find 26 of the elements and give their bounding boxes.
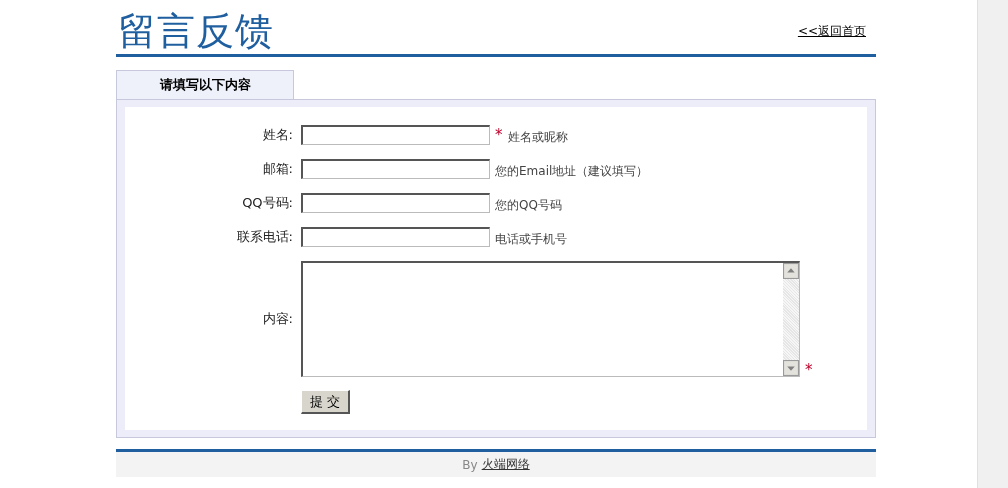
field-label: 内容: (261, 309, 294, 328)
input-field[interactable] (301, 192, 490, 213)
back-home-link[interactable]: <<返回首页 (797, 23, 866, 40)
input-field[interactable] (301, 226, 490, 247)
scroll-down-icon[interactable] (783, 359, 799, 376)
field-hint: 电话或手机号 (495, 231, 567, 248)
required-mark: * (805, 361, 813, 379)
footer-text: By (462, 457, 478, 472)
page-title: 留言反馈 (118, 9, 274, 54)
field-hint: 您的Email地址（建议填写） (495, 163, 649, 180)
page-scrollbar[interactable] (977, 0, 1008, 488)
input-field[interactable] (301, 124, 490, 145)
required-mark: * (495, 125, 503, 144)
field-label: 邮箱: (261, 159, 294, 178)
field-label: 联系电话: (235, 227, 294, 246)
submit-button[interactable]: 提 交 (301, 390, 350, 414)
scroll-up-icon[interactable] (783, 262, 799, 279)
message-textarea[interactable] (301, 260, 800, 377)
form-tab[interactable]: 请填写以下内容 (116, 70, 294, 99)
field-label: 姓名: (261, 125, 294, 144)
field-hint: 姓名或昵称 (507, 129, 568, 146)
scrollbar[interactable] (783, 262, 799, 376)
footer-link[interactable]: 火端网络 (481, 456, 530, 473)
field-label: QQ号码: (241, 193, 294, 212)
input-field[interactable] (301, 158, 490, 179)
field-hint: 您的QQ号码 (495, 197, 562, 214)
